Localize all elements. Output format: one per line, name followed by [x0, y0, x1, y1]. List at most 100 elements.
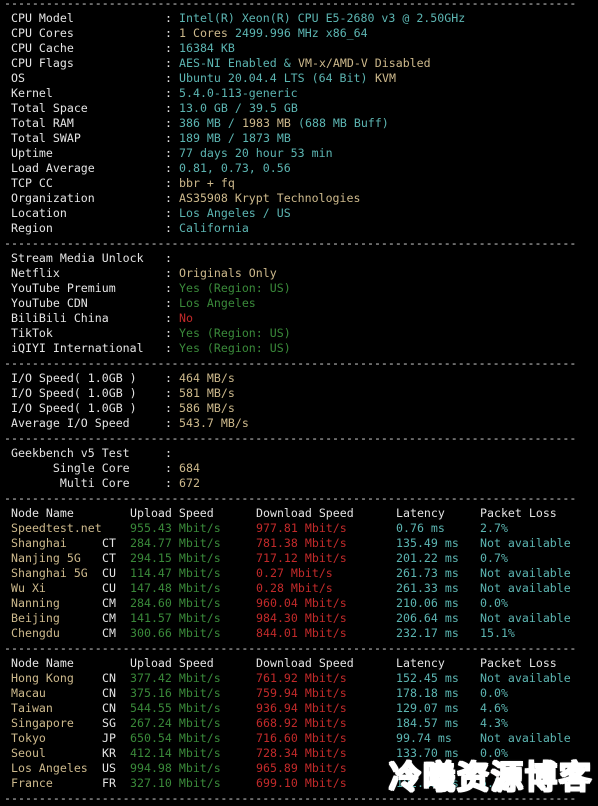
packet-loss: 0.0%: [480, 596, 508, 610]
colon: :: [165, 161, 172, 175]
colon: :: [165, 116, 172, 130]
io-label: I/O Speed( 1.0GB ): [11, 386, 137, 400]
io-row: I/O Speed( 1.0GB ):464 MB/s: [4, 371, 576, 386]
speedtest-row: Beijing CM 141.57 Mbit/s 984.30 Mbit/s 206.6…: [4, 611, 576, 626]
io-value: 464 MB/s: [179, 371, 235, 385]
upload-speed: 955.43 Mbit/s: [130, 521, 221, 535]
stream-label: BiliBili China: [11, 311, 109, 325]
sysinfo-value: KVM: [375, 71, 396, 85]
sysinfo-value: 39.5 GB: [249, 101, 298, 115]
geekbench-row: Multi Core:672: [4, 476, 576, 491]
latency: 99.74 ms: [396, 731, 452, 745]
speedtest-row: Wu Xi CU 147.48 Mbit/s 0.28 Mbit/s 261.33 ms…: [4, 581, 576, 596]
header-upload-speed: Upload Speed: [130, 506, 214, 520]
speedtest-row: Nanjing 5G CT 294.15 Mbit/s 717.12 Mbit/s 20…: [4, 551, 576, 566]
sysinfo-row: CPU Flags: AES-NI Enabled & VM-x/AMD-V Di…: [4, 56, 576, 71]
io-value: 581 MB/s: [179, 386, 235, 400]
sysinfo-value: Intel(R) Xeon(R) CPU E5-2680 v3 @ 2.50GH…: [179, 11, 466, 25]
latency: 201.22 ms: [396, 551, 459, 565]
io-label: I/O Speed( 1.0GB ): [11, 371, 137, 385]
node-name: Los Angeles: [11, 761, 88, 775]
speedtest-header-row: Node Name Upload Speed Download Speed Laten…: [4, 506, 576, 521]
sysinfo-value: AS35908 Krypt Technologies: [179, 191, 361, 205]
sysinfo-value: 189 MB /: [179, 131, 242, 145]
sysinfo-label: Uptime: [11, 146, 53, 160]
stream-label: iQIYI International: [11, 341, 144, 355]
stream-value: Los Angeles: [179, 296, 256, 310]
node-isp: CU: [102, 566, 116, 580]
stream-value: No: [179, 311, 193, 325]
sysinfo-value: California: [179, 221, 249, 235]
download-speed: 728.34 Mbit/s: [256, 746, 347, 760]
sysinfo-label: Organization: [11, 191, 95, 205]
geekbench-label: Geekbench v5 Test: [11, 446, 130, 460]
upload-speed: 994.98 Mbit/s: [130, 761, 221, 775]
download-speed: 668.92 Mbit/s: [256, 716, 347, 730]
stream-label: Stream Media Unlock: [11, 251, 144, 265]
upload-speed: 544.55 Mbit/s: [130, 701, 221, 715]
download-speed: 717.12 Mbit/s: [256, 551, 347, 565]
node-name: Singapore: [11, 716, 74, 730]
node-isp: FR: [102, 776, 116, 790]
packet-loss: Not available: [480, 611, 571, 625]
speedtest-row: Speedtest.net 955.43 Mbit/s 977.81 Mbit/s 0…: [4, 521, 576, 536]
colon: :: [165, 326, 172, 340]
latency: 135.49 ms: [396, 536, 459, 550]
node-isp: CM: [102, 626, 116, 640]
geekbench-label: Multi Core: [11, 476, 130, 490]
upload-speed: 294.15 Mbit/s: [130, 551, 221, 565]
separator-line: ----------------------------------------…: [4, 356, 577, 370]
stream-row: Netflix: Originals Only: [4, 266, 576, 281]
packet-loss: 0.0%: [480, 686, 508, 700]
stream-value: Yes (Region: US): [179, 326, 291, 340]
header-packet-loss: Packet Loss: [480, 656, 557, 670]
colon: :: [165, 251, 172, 265]
download-speed: 960.04 Mbit/s: [256, 596, 347, 610]
geekbench-value: 684: [179, 461, 200, 475]
sysinfo-label: TCP CC: [11, 176, 53, 190]
separator-line: ----------------------------------------…: [4, 0, 577, 10]
upload-speed: 412.14 Mbit/s: [130, 746, 221, 760]
node-isp: US: [102, 761, 116, 775]
stream-label: TikTok: [11, 326, 53, 340]
node-isp: KR: [102, 746, 116, 760]
latency: 0.76 ms: [396, 521, 445, 535]
node-isp: CN: [102, 686, 116, 700]
sysinfo-value: 0.81, 0.73, 0.56: [179, 161, 291, 175]
colon: :: [165, 386, 172, 400]
packet-loss: Not available: [480, 671, 571, 685]
sysinfo-row: Total SWAP:189 MB / 1873 MB: [4, 131, 576, 146]
latency: 129.07 ms: [396, 701, 459, 715]
sysinfo-row: CPU Model: Intel(R) Xeon(R) CPU E5-2680 v…: [4, 11, 576, 26]
download-speed: 716.60 Mbit/s: [256, 731, 347, 745]
colon: :: [165, 86, 172, 100]
io-row: Average I/O Speed:543.7 MB/s: [4, 416, 576, 431]
header-upload-speed: Upload Speed: [130, 656, 214, 670]
header-latency: Latency: [396, 656, 445, 670]
sysinfo-label: Location: [11, 206, 67, 220]
geekbench-row: Geekbench v5 Test:: [4, 446, 576, 461]
colon: :: [165, 191, 172, 205]
colon: :: [165, 206, 172, 220]
separator-line: ----------------------------------------…: [4, 431, 577, 445]
sysinfo-label: Total SWAP: [11, 131, 81, 145]
stream-value: Yes (Region: US): [179, 341, 291, 355]
download-speed: 699.10 Mbit/s: [256, 776, 347, 790]
node-name: Speedtest.net: [11, 521, 102, 535]
colon: :: [165, 281, 172, 295]
stream-value: Originals Only: [179, 266, 277, 280]
colon: :: [165, 296, 172, 310]
speedtest-row: Shanghai 5G CU 114.47 Mbit/s 0.27 Mbit/s 261…: [4, 566, 576, 581]
download-speed: 936.94 Mbit/s: [256, 701, 347, 715]
node-isp: CM: [102, 611, 116, 625]
colon: :: [165, 56, 172, 70]
node-name: Shanghai: [11, 536, 67, 550]
stream-label: Netflix: [11, 266, 60, 280]
io-value: 586 MB/s: [179, 401, 235, 415]
colon: :: [165, 221, 172, 235]
upload-speed: 377.42 Mbit/s: [130, 671, 221, 685]
stream-label: YouTube CDN: [11, 296, 88, 310]
sysinfo-row: CPU Cores:1 Cores 2499.996 MHz x86_64: [4, 26, 576, 41]
speedtest-row: Nanning CM 284.60 Mbit/s 960.04 Mbit/s 210.0…: [4, 596, 576, 611]
sysinfo-value: 1 Cores: [179, 26, 235, 40]
